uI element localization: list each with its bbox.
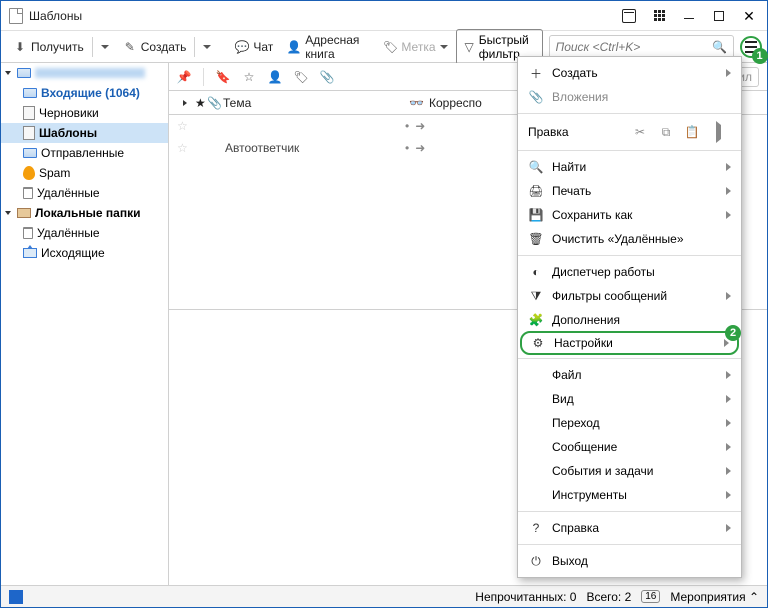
app-menu-button[interactable]: 1 — [740, 36, 762, 58]
chat-icon: 💬 — [235, 40, 249, 54]
trash-icon — [23, 187, 33, 199]
plus-icon: ＋ — [528, 65, 544, 82]
outbox-icon — [23, 248, 37, 258]
address-book-button[interactable]: 👤 Адресная книга — [281, 30, 365, 64]
filter-icon: ▽ — [465, 40, 474, 54]
local-folders[interactable]: Локальные папки — [1, 203, 168, 223]
search-icon: 🔍 — [713, 40, 727, 54]
status-unread: Непрочитанных: 0 — [475, 590, 576, 604]
download-icon: ⬇ — [13, 40, 27, 54]
sidebar-item-templates[interactable]: Шаблоны — [1, 123, 168, 143]
menu-help[interactable]: ?Справка — [518, 516, 741, 540]
chat-button[interactable]: 💬 Чат — [229, 37, 279, 57]
gear-icon: ⚙ — [530, 336, 546, 350]
cut-icon[interactable]: ✂ — [627, 125, 653, 139]
menu-attachments: 📎Вложения — [518, 85, 741, 109]
account-row[interactable] — [1, 63, 168, 83]
tag-button[interactable]: 🏷 Метка — [377, 37, 453, 57]
menu-find[interactable]: 🔍Найти — [518, 155, 741, 179]
trash-icon: 🗑 — [528, 232, 544, 246]
menu-edit-row: Правка ✂ ⧉ 📋 — [518, 118, 741, 146]
search-input[interactable] — [556, 40, 713, 54]
menu-create[interactable]: ＋Создать — [518, 61, 741, 85]
menu-settings[interactable]: ⚙ Настройки 2 — [520, 331, 739, 355]
menu-quit[interactable]: ⏻Выход — [518, 549, 741, 573]
status-bar: Непрочитанных: 0 Всего: 2 16 Мероприятия… — [1, 585, 767, 607]
search-field[interactable]: 🔍 — [549, 35, 734, 59]
menu-activity[interactable]: ◐Диспетчер работы — [518, 260, 741, 284]
sidebar-item-inbox[interactable]: Входящие (1064) — [1, 83, 168, 103]
sidebar-item-trash[interactable]: Удалённые — [1, 183, 168, 203]
draft-icon — [23, 106, 35, 120]
contacts-icon: 👤 — [287, 40, 301, 54]
read-col[interactable]: 👓 — [403, 96, 423, 110]
inbox-icon — [23, 88, 37, 98]
trash-icon — [23, 227, 33, 239]
funnel-icon: ⧩ — [528, 289, 544, 304]
calendar-icon[interactable] — [615, 4, 643, 28]
sidebar-item-local-trash[interactable]: Удалённые — [1, 223, 168, 243]
menu-message[interactable]: Сообщение — [518, 435, 741, 459]
create-button[interactable]: ✎ Создать — [117, 34, 218, 60]
puzzle-icon: 🧩 — [528, 313, 544, 327]
menu-go[interactable]: Переход — [518, 411, 741, 435]
menu-addons[interactable]: 🧩Дополнения — [518, 308, 741, 332]
menu-view[interactable]: Вид — [518, 387, 741, 411]
paste-icon[interactable]: 📋 — [679, 125, 705, 139]
sidebar-item-outbox[interactable]: Исходящие — [1, 243, 168, 263]
sidebar-item-sent[interactable]: Отправленные — [1, 143, 168, 163]
theme-col[interactable]: Тема — [217, 96, 403, 110]
menu-file[interactable]: Файл — [518, 363, 741, 387]
star-icon[interactable]: ☆ — [242, 70, 256, 84]
attach-col[interactable]: 📎 — [201, 96, 217, 110]
account-icon — [17, 68, 31, 78]
events-button[interactable]: Мероприятия ⌃ — [670, 590, 759, 604]
thread-col[interactable] — [177, 100, 189, 106]
sidebar-item-drafts[interactable]: Черновики — [1, 103, 168, 123]
activity-icon: ◐ — [528, 265, 544, 279]
maximize-button[interactable] — [705, 4, 733, 28]
close-button[interactable]: ✕ — [735, 4, 763, 28]
template-icon — [23, 126, 35, 140]
sent-icon — [23, 148, 37, 158]
save-icon: 💾 — [528, 208, 544, 222]
pin-icon[interactable]: 📌 — [177, 70, 191, 84]
status-icon — [9, 590, 23, 604]
people-icon[interactable]: 👤 — [268, 70, 282, 84]
pencil-icon: ✎ — [123, 40, 137, 54]
menu-saveas[interactable]: 💾Сохранить как — [518, 203, 741, 227]
menu-events[interactable]: События и задачи — [518, 459, 741, 483]
menu-tools[interactable]: Инструменты — [518, 483, 741, 507]
sidebar-item-spam[interactable]: Spam — [1, 163, 168, 183]
app-menu: ＋Создать 📎Вложения Правка ✂ ⧉ 📋 🔍Найти 🖨… — [517, 56, 742, 578]
star-icon[interactable]: ☆ — [177, 141, 193, 155]
minimize-button[interactable] — [675, 4, 703, 28]
apps-icon[interactable] — [645, 4, 673, 28]
star-col[interactable]: ★ — [189, 96, 201, 110]
menu-empty-trash[interactable]: 🗑Очистить «Удалённые» — [518, 227, 741, 251]
search-icon: 🔍 — [528, 160, 544, 174]
star-icon[interactable]: ☆ — [177, 119, 193, 133]
copy-icon[interactable]: ⧉ — [653, 125, 679, 140]
events-count[interactable]: 16 — [641, 590, 660, 603]
local-icon — [17, 208, 31, 218]
tag-icon[interactable]: 🏷 — [294, 70, 308, 84]
power-icon: ⏻ — [528, 554, 544, 569]
attach-icon: 📎 — [528, 90, 544, 104]
attachment-icon[interactable]: 📎 — [320, 70, 334, 84]
help-icon: ? — [528, 521, 544, 535]
window-title: Шаблоны — [29, 9, 615, 23]
status-total: Всего: 2 — [586, 590, 631, 604]
print-icon: 🖨 — [528, 184, 544, 198]
tag-icon: 🏷 — [383, 40, 397, 54]
get-mail-button[interactable]: ⬇ Получить — [7, 34, 115, 60]
bookmark-icon[interactable]: 🔖 — [216, 70, 230, 84]
spam-icon — [23, 166, 35, 180]
menu-print[interactable]: 🖨Печать — [518, 179, 741, 203]
callout-two: 2 — [725, 325, 741, 341]
callout-one: 1 — [752, 48, 768, 64]
folder-tree: Входящие (1064) Черновики Шаблоны Отправ… — [1, 63, 169, 585]
page-icon — [9, 8, 23, 24]
menu-filters[interactable]: ⧩Фильтры сообщений — [518, 284, 741, 308]
